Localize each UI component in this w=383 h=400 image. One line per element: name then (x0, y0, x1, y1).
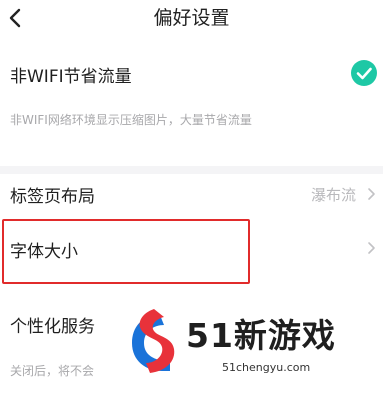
personalization-description: 关闭后，将不会 (10, 364, 95, 378)
personalization-label[interactable]: 个性化服务 (10, 312, 95, 337)
watermark: 51新游戏 51chengyu.com (124, 305, 364, 377)
chevron-right-icon (368, 242, 375, 254)
watermark-logo-icon (132, 309, 175, 373)
check-icon (356, 67, 372, 80)
top-bar: 偏好设置 (0, 0, 383, 38)
wifi-saver-description: 非WIFI网络环境显示压缩图片，大量节省流量 (10, 113, 252, 127)
tab-layout-value: 瀑布流 (310, 186, 356, 204)
tab-layout-row[interactable]: 标签页布局 瀑布流 (0, 174, 383, 216)
page-title: 偏好设置 (153, 7, 230, 29)
watermark-brand: 51新游戏 (186, 316, 336, 355)
wifi-saver-section: 非WIFI节省流量 非WIFI网络环境显示压缩图片，大量节省流量 (0, 38, 383, 166)
wifi-saver-label: 非WIFI节省流量 (10, 67, 132, 87)
section-gap (0, 166, 383, 174)
wifi-saver-checkbox[interactable] (351, 60, 377, 86)
chevron-right-icon (368, 188, 375, 200)
watermark-url: 51chengyu.com (222, 361, 311, 374)
highlight-box (2, 219, 250, 284)
tab-layout-label: 标签页布局 (10, 187, 95, 207)
